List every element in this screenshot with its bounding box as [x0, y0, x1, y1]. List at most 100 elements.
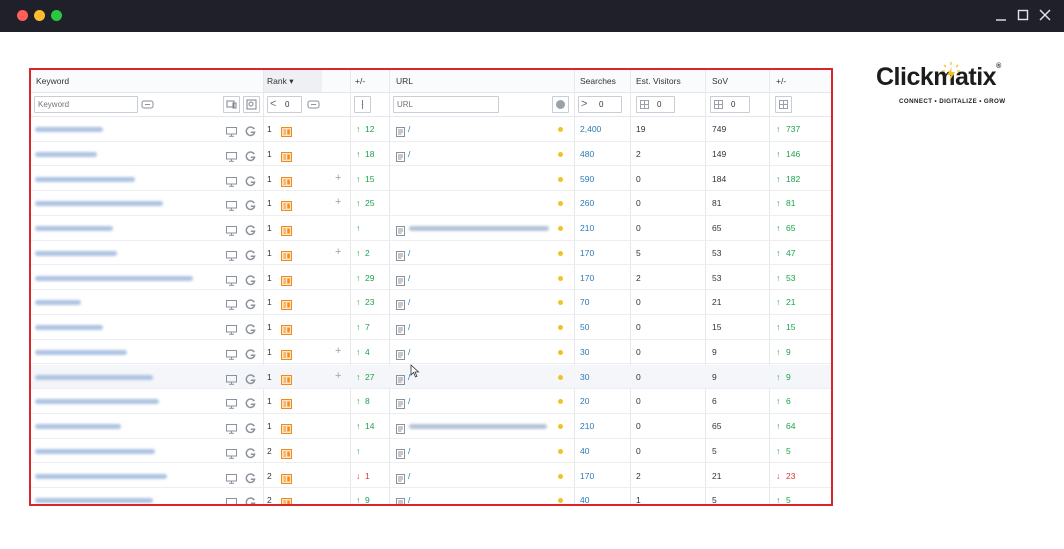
- rank-operator[interactable]: <: [270, 98, 276, 110]
- table-row[interactable]: 2 ↑ / 40 0 5 ↑ 5: [31, 439, 831, 464]
- add-icon[interactable]: +: [335, 196, 341, 208]
- table-row[interactable]: 1 ↑ 23 / 70 0 21 ↑ 21: [31, 290, 831, 315]
- keyword-redacted[interactable]: [35, 127, 103, 132]
- serp-features-icon[interactable]: [281, 149, 292, 167]
- url-filter-input[interactable]: [393, 96, 499, 113]
- serp-features-icon[interactable]: [281, 421, 292, 439]
- keyword-redacted[interactable]: [35, 300, 81, 306]
- add-icon[interactable]: +: [335, 172, 341, 184]
- searches-value[interactable]: 480: [580, 149, 594, 159]
- close-dot-button[interactable]: [17, 10, 28, 21]
- sov-change-filter[interactable]: [775, 96, 792, 113]
- table-row[interactable]: 1 ↑ 18 / 480 2 149 ↑ 146: [31, 142, 831, 167]
- keyword-redacted[interactable]: [35, 250, 117, 256]
- keyword-redacted[interactable]: [35, 399, 159, 405]
- document-icon[interactable]: [396, 149, 405, 167]
- table-row[interactable]: 1 ↑ 12 / 2,400 19 749 ↑ 737: [31, 117, 831, 142]
- document-icon[interactable]: [396, 471, 405, 489]
- serp-features-icon[interactable]: [281, 471, 292, 489]
- table-row[interactable]: 1 + ↑ 27/30 0 9 ↑ 9: [31, 364, 831, 390]
- serp-features-icon[interactable]: [281, 273, 292, 291]
- serp-features-icon[interactable]: [281, 446, 292, 464]
- google-icon[interactable]: [245, 495, 256, 504]
- tag-icon[interactable]: [141, 99, 155, 110]
- serp-features-icon[interactable]: [281, 297, 292, 315]
- document-icon[interactable]: [396, 273, 405, 291]
- searches-value[interactable]: 210: [580, 421, 594, 431]
- keyword-redacted[interactable]: [35, 275, 193, 281]
- keyword-redacted[interactable]: [35, 226, 113, 231]
- google-icon[interactable]: [245, 322, 256, 340]
- header-sov-change[interactable]: +/-: [776, 76, 786, 86]
- google-icon[interactable]: [245, 124, 256, 142]
- serp-features-icon[interactable]: [281, 347, 292, 365]
- table-row[interactable]: 1 ↑ 8 / 20 0 6 ↑ 6: [31, 389, 831, 414]
- document-icon[interactable]: [396, 396, 405, 414]
- searches-value[interactable]: 2,400: [580, 124, 601, 134]
- keyword-redacted[interactable]: [35, 151, 97, 157]
- visitors-filter-value[interactable]: 0: [657, 100, 661, 109]
- document-icon[interactable]: [396, 421, 405, 439]
- serp-features-icon[interactable]: [281, 396, 292, 414]
- serp-features-icon[interactable]: [281, 223, 292, 241]
- searches-value[interactable]: 30: [580, 347, 589, 357]
- searches-value[interactable]: 40: [580, 446, 589, 456]
- add-icon[interactable]: +: [335, 345, 341, 357]
- google-icon[interactable]: [245, 446, 256, 464]
- add-icon[interactable]: +: [335, 246, 341, 258]
- searches-filter-box[interactable]: > 0: [578, 96, 622, 113]
- document-icon[interactable]: [396, 372, 405, 390]
- rank-filter-box[interactable]: < 0: [267, 96, 302, 113]
- url-redacted[interactable]: [409, 424, 547, 429]
- google-icon[interactable]: [245, 471, 256, 489]
- searches-value[interactable]: 20: [580, 396, 589, 406]
- keyword-redacted[interactable]: [35, 473, 167, 479]
- searches-value[interactable]: 50: [580, 322, 589, 332]
- serp-features-icon[interactable]: [281, 198, 292, 216]
- url-link[interactable]: /: [408, 347, 410, 357]
- table-row[interactable]: 1 + ↑ 15 590 0 184 ↑ 182: [31, 167, 831, 192]
- table-row[interactable]: 1 ↑ 7 / 50 0 15 ↑ 15: [31, 315, 831, 340]
- keyword-redacted[interactable]: [35, 349, 127, 355]
- searches-value[interactable]: 70: [580, 297, 589, 307]
- serp-features-icon[interactable]: [281, 322, 292, 340]
- url-link[interactable]: /: [408, 471, 410, 481]
- url-link[interactable]: /: [408, 396, 410, 406]
- google-icon[interactable]: [245, 297, 256, 315]
- rank-filter-value[interactable]: 0: [285, 100, 289, 109]
- document-icon[interactable]: [396, 322, 405, 340]
- document-icon[interactable]: [396, 347, 405, 365]
- searches-value[interactable]: 170: [580, 248, 594, 258]
- minimize-icon[interactable]: [994, 8, 1008, 22]
- google-icon[interactable]: [245, 372, 256, 390]
- serp-features-icon[interactable]: [281, 248, 292, 266]
- google-icon[interactable]: [245, 248, 256, 266]
- searches-operator[interactable]: >: [581, 98, 587, 110]
- sov-filter-value[interactable]: 0: [731, 100, 735, 109]
- engine-filter-button[interactable]: [243, 96, 260, 113]
- google-icon[interactable]: [245, 273, 256, 291]
- close-icon[interactable]: [1038, 8, 1052, 22]
- google-icon[interactable]: [245, 421, 256, 439]
- searches-value[interactable]: 260: [580, 198, 594, 208]
- header-searches[interactable]: Searches: [580, 76, 616, 86]
- google-icon[interactable]: [245, 174, 256, 192]
- url-link[interactable]: /: [408, 149, 410, 159]
- url-link[interactable]: /: [408, 273, 410, 283]
- table-row[interactable]: 1 + ↑ 4 / 30 0 9 ↑ 9: [31, 340, 831, 365]
- table-row[interactable]: 1 + ↑ 2 / 170 5 53 ↑ 47: [31, 241, 831, 266]
- url-link[interactable]: /: [408, 322, 410, 332]
- keyword-redacted[interactable]: [35, 448, 155, 454]
- searches-value[interactable]: 170: [580, 471, 594, 481]
- url-link[interactable]: /: [408, 248, 410, 258]
- table-row[interactable]: 1 + ↑ 25 260 0 81 ↑ 81: [31, 191, 831, 216]
- google-icon[interactable]: [245, 149, 256, 167]
- url-link[interactable]: /: [408, 297, 410, 307]
- table-row[interactable]: 2 ↓ 1 / 170 2 21 ↓ 23: [31, 464, 831, 489]
- keyword-redacted[interactable]: [35, 325, 103, 330]
- document-icon[interactable]: [396, 124, 405, 142]
- url-status-filter[interactable]: [552, 96, 569, 113]
- searches-value[interactable]: 590: [580, 174, 594, 184]
- serp-features-icon[interactable]: [281, 124, 292, 142]
- keyword-redacted[interactable]: [35, 498, 153, 504]
